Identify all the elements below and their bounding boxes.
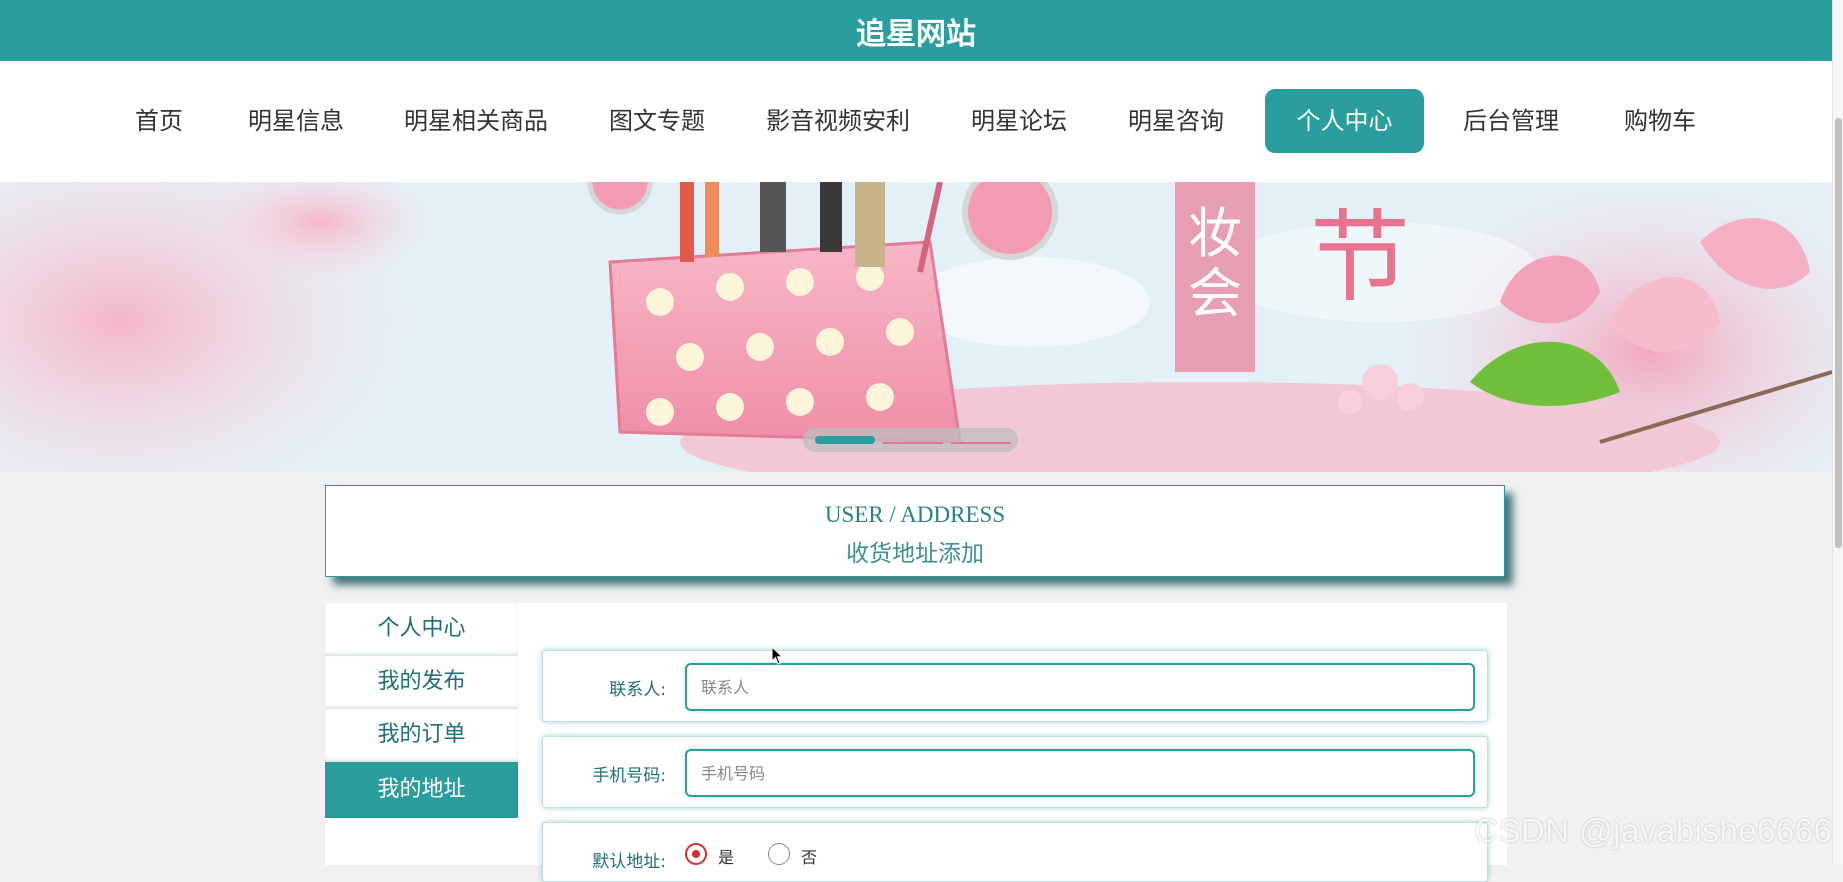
nav-item-consult[interactable]: 明星咨询 — [1128, 89, 1224, 153]
nav-item-star-goods[interactable]: 明星相关商品 — [404, 89, 548, 153]
phone-row: 手机号码: — [542, 736, 1488, 808]
sidebar-item-my-address[interactable]: 我的地址 — [325, 762, 518, 818]
banner-carousel[interactable]: 妆 会 节 — [0, 182, 1832, 472]
section-title-cn: 收货地址添加 — [846, 541, 984, 566]
banner-text-2: 会 — [1188, 262, 1242, 325]
nav-item-admin[interactable]: 后台管理 — [1463, 89, 1559, 153]
section-title-box: USER / ADDRESS 收货地址添加 — [325, 485, 1505, 577]
contact-row: 联系人: — [542, 650, 1488, 722]
nav-item-forum[interactable]: 明星论坛 — [971, 89, 1067, 153]
site-title: 追星网站 — [856, 16, 976, 52]
nav-item-cart[interactable]: 购物车 — [1624, 89, 1696, 153]
default-yes-radio[interactable] — [685, 843, 707, 865]
carousel-dot-3[interactable] — [951, 442, 1011, 444]
nav-item-personal-center[interactable]: 个人中心 — [1265, 89, 1424, 153]
carousel-dot-1[interactable] — [815, 436, 875, 444]
scrollbar-thumb[interactable] — [1835, 118, 1842, 548]
banner-text-3: 节 — [1310, 199, 1410, 316]
nav-item-photo-topics[interactable]: 图文专题 — [609, 89, 705, 153]
page-scrollbar[interactable] — [1832, 0, 1843, 865]
mouse-cursor-icon — [771, 646, 784, 665]
phone-input[interactable] — [685, 749, 1475, 797]
nav-item-videos[interactable]: 影音视频安利 — [766, 89, 910, 153]
sidebar-item-my-posts[interactable]: 我的发布 — [325, 656, 518, 709]
site-header: 追星网站 — [0, 0, 1832, 61]
default-yes-label: 是 — [718, 848, 735, 867]
default-no-label: 否 — [801, 848, 818, 867]
banner-text-1: 妆 — [1188, 202, 1242, 265]
section-title-en: USER / ADDRESS — [824, 502, 1006, 527]
user-sidebar: 个人中心 我的发布 我的订单 我的地址 — [325, 603, 518, 865]
watermark-text: CSDN @javabishe6666 — [1474, 812, 1833, 849]
phone-label: 手机号码: — [592, 766, 666, 786]
main-nav: 首页 明星信息 明星相关商品 图文专题 影音视频安利 明星论坛 明星咨询 个人中… — [0, 61, 1832, 182]
sidebar-item-my-orders[interactable]: 我的订单 — [325, 709, 518, 762]
nav-item-star-info[interactable]: 明星信息 — [248, 89, 344, 153]
default-address-row: 默认地址: 是 否 — [542, 822, 1488, 882]
carousel-dot-2[interactable] — [883, 442, 943, 444]
sidebar-item-personal-center[interactable]: 个人中心 — [325, 603, 518, 656]
contact-input[interactable] — [685, 663, 1475, 711]
nav-item-home[interactable]: 首页 — [135, 89, 183, 153]
default-address-label: 默认地址: — [592, 852, 666, 872]
carousel-indicators — [803, 428, 1018, 452]
default-no-radio[interactable] — [768, 843, 790, 865]
contact-label: 联系人: — [609, 680, 666, 700]
content-panel: 个人中心 我的发布 我的订单 我的地址 联系人: 手机号码: 默认地址: 是 否 — [325, 603, 1507, 882]
